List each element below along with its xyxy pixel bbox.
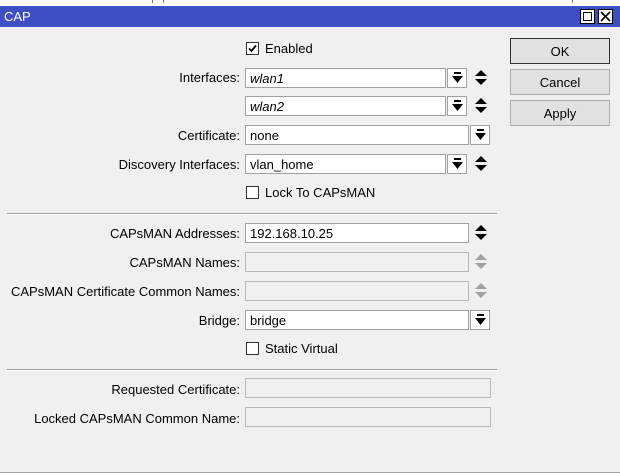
discovery-interfaces-updown[interactable] <box>474 154 488 174</box>
interfaces-label: Interfaces: <box>179 70 240 85</box>
apply-button[interactable]: Apply <box>510 100 610 126</box>
bridge-label: Bridge: <box>198 313 240 328</box>
dropdown-arrow-icon <box>475 314 486 325</box>
static-virtual-checkbox[interactable] <box>246 342 259 355</box>
dropdown-arrow-icon <box>475 129 486 140</box>
bridge-field[interactable]: bridge <box>245 310 469 330</box>
static-virtual-label: Static Virtual <box>265 341 338 356</box>
up-down-arrows-icon <box>475 98 487 113</box>
checkmark-icon <box>248 44 257 53</box>
cap-dialog: CAP Enabled Interfaces: wlan1 wlan2 Cert… <box>0 6 620 473</box>
ok-button[interactable]: OK <box>510 38 610 64</box>
up-down-arrows-icon <box>475 254 487 269</box>
interfaces-1-updown[interactable] <box>474 68 488 88</box>
interfaces-field-1[interactable]: wlan1 <box>245 68 446 88</box>
section-divider <box>7 213 497 215</box>
capsman-addresses-updown[interactable] <box>474 223 488 243</box>
dropdown-arrow-icon <box>452 72 463 83</box>
capsman-cert-common-names-updown <box>474 281 488 301</box>
capsman-addresses-field[interactable]: 192.168.10.25 <box>245 223 469 243</box>
section-divider <box>7 369 497 371</box>
locked-capsman-common-name-field <box>245 407 491 427</box>
up-down-arrows-icon <box>475 283 487 298</box>
strip-tick <box>152 0 153 3</box>
maximize-icon[interactable] <box>580 9 595 24</box>
discovery-interfaces-field[interactable]: vlan_home <box>245 154 446 174</box>
certificate-label: Certificate: <box>177 128 240 143</box>
capsman-names-field <box>245 252 469 272</box>
dropdown-arrow-icon <box>452 158 463 169</box>
strip-tick <box>163 0 164 3</box>
discovery-interfaces-label: Discovery Interfaces: <box>118 157 240 172</box>
interfaces-2-updown[interactable] <box>474 96 488 116</box>
close-icon[interactable] <box>598 9 613 24</box>
interfaces-field-2[interactable]: wlan2 <box>245 96 446 116</box>
requested-certificate-label: Requested Certificate: <box>111 382 240 397</box>
cancel-button[interactable]: Cancel <box>510 69 610 95</box>
up-down-arrows-icon <box>475 156 487 171</box>
title-bar[interactable]: CAP <box>0 6 620 27</box>
capsman-names-label: CAPsMAN Names: <box>129 255 240 270</box>
window-title: CAP <box>4 9 31 24</box>
enabled-label: Enabled <box>265 41 313 56</box>
locked-capsman-common-name-label: Locked CAPsMAN Common Name: <box>34 411 240 426</box>
dropdown-arrow-icon <box>452 100 463 111</box>
strip-tick <box>572 0 573 3</box>
capsman-addresses-label: CAPsMAN Addresses: <box>109 226 240 241</box>
bridge-dropdown[interactable] <box>470 310 490 330</box>
interfaces-1-dropdown[interactable] <box>447 68 467 88</box>
lock-to-capsman-label: Lock To CAPsMAN <box>265 185 376 200</box>
interfaces-2-dropdown[interactable] <box>447 96 467 116</box>
requested-certificate-field <box>245 378 491 398</box>
capsman-names-updown <box>474 252 488 272</box>
lock-to-capsman-checkbox[interactable] <box>246 186 259 199</box>
up-down-arrows-icon <box>475 70 487 85</box>
enabled-checkbox[interactable] <box>246 42 259 55</box>
up-down-arrows-icon <box>475 225 487 240</box>
capsman-cert-common-names-label: CAPsMAN Certificate Common Names: <box>11 284 240 299</box>
discovery-interfaces-dropdown[interactable] <box>447 154 467 174</box>
certificate-field[interactable]: none <box>245 125 469 145</box>
capsman-cert-common-names-field <box>245 281 469 301</box>
certificate-dropdown[interactable] <box>470 125 490 145</box>
